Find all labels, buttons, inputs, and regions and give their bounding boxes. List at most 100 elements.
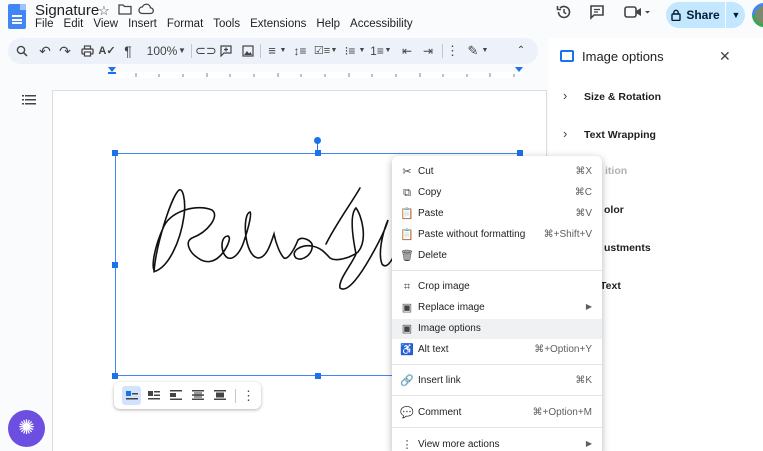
line-spacing-icon[interactable]: ↕≡ [291, 38, 309, 64]
avatar[interactable] [752, 3, 763, 27]
gemini-assist-button[interactable]: ✺ [8, 410, 45, 447]
menu-help[interactable]: Help [316, 18, 340, 30]
section-label: olor [604, 204, 624, 216]
move-folder-icon[interactable] [117, 3, 133, 19]
menu-item-paste-without-formatting[interactable]: 📋 Paste without formatting ⌘+Shift+V [392, 225, 602, 245]
document-outline-icon[interactable] [22, 94, 36, 106]
rotation-handle[interactable] [314, 137, 321, 144]
paste-icon: 📋 [400, 208, 414, 220]
comments-icon[interactable] [585, 3, 609, 27]
insert-image-icon[interactable] [239, 38, 257, 64]
wrap-inline-icon[interactable] [122, 386, 141, 405]
image-icon: ▣ [401, 302, 413, 314]
menu-accessibility[interactable]: Accessibility [350, 18, 413, 30]
scissors-icon: ✂ [402, 166, 412, 178]
section-alt-text[interactable]: Text [600, 280, 621, 292]
document-title[interactable]: Signature [35, 2, 99, 19]
version-history-icon[interactable] [552, 3, 576, 27]
search-menus-icon[interactable] [14, 38, 30, 64]
editing-mode-dropdown-icon[interactable]: ▼ [480, 38, 490, 64]
menu-item-insert-link[interactable]: 🔗 Insert link ⌘K [392, 371, 602, 391]
menu-view[interactable]: View [93, 18, 118, 30]
wrap-text-icon[interactable] [144, 386, 163, 405]
in-front-of-text-icon[interactable] [210, 386, 229, 405]
section-position[interactable]: ition [605, 165, 627, 177]
menu-item-crop-image[interactable]: ⌗ Crop image [392, 277, 602, 297]
share-button[interactable]: Share [666, 2, 726, 28]
trash-icon: 🗑 [400, 250, 414, 262]
context-menu: ✂ Cut ⌘X ⧉ Copy ⌘C 📋 Paste ⌘V 📋 Paste wi… [392, 156, 602, 451]
menu-edit[interactable]: Edit [64, 18, 84, 30]
docs-logo-icon[interactable] [8, 4, 26, 29]
meet-icon[interactable] [620, 3, 654, 27]
section-label: Text [600, 280, 621, 292]
section-label: ustments [604, 242, 651, 254]
share-label: Share [686, 8, 720, 22]
number-dropdown-icon[interactable]: ▼ [383, 38, 393, 64]
menu-tools[interactable]: Tools [213, 18, 240, 30]
resize-handle[interactable] [112, 373, 118, 379]
menu-item-replace-image[interactable]: ▣ Replace image ▶ [392, 298, 602, 318]
insert-link-icon[interactable]: ⊂⊃ [195, 38, 217, 64]
comment-icon: 💬 [400, 407, 414, 419]
print-icon[interactable] [78, 38, 96, 64]
more-options-icon[interactable]: ⋮ [446, 38, 459, 64]
toolbar: ↶ ↷ A✓ ¶ 100% ▼ ⊂⊃ ≡ ▼ ↕≡ ☑≡ ▼ ⁝≡ ▼ 1≡ ▼… [8, 38, 538, 64]
menu-insert[interactable]: Insert [128, 18, 157, 30]
image-options-icon: ▣ [401, 323, 413, 335]
more-icon: ⋮ [401, 439, 413, 451]
menu-bar: File Edit View Insert Format Tools Exten… [35, 18, 423, 30]
section-text-wrapping[interactable]: › Text Wrapping [563, 126, 656, 141]
section-recolor[interactable]: olor [604, 204, 624, 216]
ruler[interactable] [52, 66, 547, 80]
crop-icon: ⌗ [403, 281, 411, 293]
copy-icon: ⧉ [403, 187, 411, 199]
bullet-dropdown-icon[interactable]: ▼ [357, 38, 367, 64]
resize-handle[interactable] [315, 150, 321, 156]
section-adjustments[interactable]: ustments [604, 242, 651, 254]
lock-icon [671, 9, 682, 21]
menu-divider [392, 364, 602, 365]
increase-indent-icon[interactable]: ⇥ [419, 38, 437, 64]
menu-item-view-more-actions[interactable]: ⋮ View more actions ▶ [392, 435, 602, 451]
paint-format-icon[interactable]: ¶ [119, 38, 137, 64]
break-text-icon[interactable] [166, 386, 185, 405]
menu-extensions[interactable]: Extensions [250, 18, 306, 30]
section-label: Size & Rotation [584, 91, 662, 103]
resize-handle[interactable] [112, 262, 118, 268]
submenu-arrow-icon: ▶ [585, 302, 592, 311]
redo-icon[interactable]: ↷ [56, 38, 74, 64]
submenu-arrow-icon: ▶ [585, 439, 592, 448]
menu-divider [392, 395, 602, 396]
link-icon: 🔗 [400, 375, 414, 387]
decrease-indent-icon[interactable]: ⇤ [398, 38, 416, 64]
zoom-dropdown-icon[interactable]: ▼ [176, 38, 188, 64]
menu-item-copy[interactable]: ⧉ Copy ⌘C [392, 183, 602, 203]
add-comment-icon[interactable] [217, 38, 235, 64]
behind-text-icon[interactable] [188, 386, 207, 405]
menu-item-delete[interactable]: 🗑 Delete [392, 246, 602, 266]
menu-item-comment[interactable]: 💬 Comment ⌘+Option+M [392, 403, 602, 423]
star-icon[interactable]: ☆ [96, 3, 112, 19]
menu-file[interactable]: File [35, 18, 54, 30]
menu-item-paste[interactable]: 📋 Paste ⌘V [392, 204, 602, 224]
checklist-dropdown-icon[interactable]: ▼ [329, 38, 339, 64]
resize-handle[interactable] [315, 373, 321, 379]
share-dropdown-icon[interactable]: ▼ [727, 2, 745, 28]
chevron-right-icon: › [563, 88, 568, 103]
more-image-options-icon[interactable]: ⋮ [239, 386, 258, 405]
undo-icon[interactable]: ↶ [36, 38, 54, 64]
collapse-menus-icon[interactable]: ⌃ [513, 38, 529, 64]
resize-handle[interactable] [112, 150, 118, 156]
section-label: Text Wrapping [584, 129, 656, 141]
section-size-rotation[interactable]: › Size & Rotation [563, 88, 661, 103]
spellcheck-icon[interactable]: A✓ [98, 38, 116, 64]
menu-item-image-options[interactable]: ▣ Image options [392, 319, 602, 339]
align-dropdown-icon[interactable]: ▼ [278, 38, 288, 64]
chevron-right-icon: › [563, 126, 568, 141]
menu-item-alt-text[interactable]: ♿ Alt text ⌘+Option+Y [392, 340, 602, 360]
menu-item-cut[interactable]: ✂ Cut ⌘X [392, 162, 602, 182]
close-icon[interactable]: ✕ [719, 48, 731, 65]
menu-format[interactable]: Format [167, 18, 203, 30]
cloud-status-icon[interactable] [138, 3, 154, 19]
